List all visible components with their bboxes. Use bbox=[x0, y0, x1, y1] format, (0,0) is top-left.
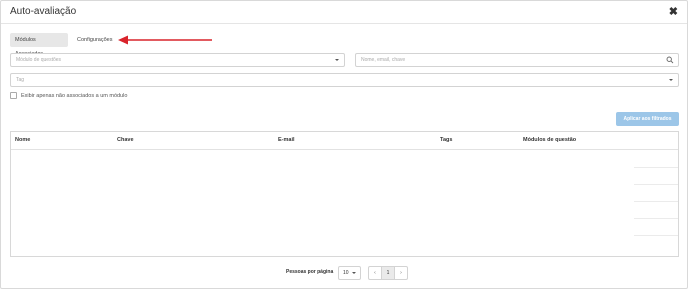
search-icon bbox=[666, 56, 674, 64]
unassociated-only-checkbox[interactable] bbox=[10, 92, 17, 99]
current-page-button[interactable]: 1 bbox=[381, 267, 395, 279]
search-placeholder: Nome, email, chave bbox=[361, 57, 406, 63]
auto-avaliacao-modal: Auto-avaliação ✖ Módulos Associados Conf… bbox=[0, 0, 688, 289]
modal-header: Auto-avaliação ✖ bbox=[1, 1, 687, 24]
row-divider bbox=[634, 235, 678, 236]
per-page-label: Pessoas por página bbox=[286, 269, 334, 275]
next-page-button[interactable]: › bbox=[395, 267, 407, 279]
column-header-email[interactable]: E-mail bbox=[278, 137, 295, 143]
chevron-down-icon bbox=[352, 272, 356, 274]
red-arrow-annotation bbox=[118, 35, 212, 45]
column-header-nome[interactable]: Nome bbox=[15, 137, 30, 143]
row-divider bbox=[634, 218, 678, 219]
chevron-down-icon bbox=[335, 59, 339, 61]
per-page-select[interactable]: 10 bbox=[338, 266, 361, 280]
search-input[interactable]: Nome, email, chave bbox=[355, 53, 679, 67]
column-header-tags[interactable]: Tags bbox=[440, 137, 452, 143]
table-column-strip bbox=[634, 150, 678, 256]
people-table: Nome Chave E-mail Tags Módulos de questã… bbox=[10, 131, 679, 257]
close-icon[interactable]: ✖ bbox=[669, 6, 678, 18]
unassociated-only-label: Exibir apenas não associados a um módulo bbox=[21, 93, 128, 99]
column-header-modulos[interactable]: Módulos de questão bbox=[523, 137, 576, 143]
column-header-chave[interactable]: Chave bbox=[117, 137, 134, 143]
pagination: ‹ 1 › bbox=[368, 266, 408, 280]
prev-page-button[interactable]: ‹ bbox=[369, 267, 381, 279]
row-divider bbox=[634, 201, 678, 202]
modulo-select-placeholder: Módulo de questões bbox=[16, 57, 62, 63]
modal-title: Auto-avaliação bbox=[10, 6, 77, 17]
row-divider bbox=[634, 184, 678, 185]
modulo-de-questoes-select[interactable]: Módulo de questões bbox=[10, 53, 345, 67]
chevron-down-icon bbox=[669, 79, 673, 81]
per-page-value: 10 bbox=[343, 270, 349, 276]
row-divider bbox=[634, 167, 678, 168]
tab-modulos-associados[interactable]: Módulos Associados bbox=[10, 33, 68, 57]
tag-select-placeholder: Tag bbox=[16, 77, 25, 83]
tab-configuracoes[interactable]: Configurações bbox=[72, 33, 116, 47]
table-header: Nome Chave E-mail Tags Módulos de questã… bbox=[11, 132, 678, 150]
apply-to-filtered-button[interactable]: Aplicar aos filtrados bbox=[616, 112, 679, 126]
tag-select[interactable]: Tag bbox=[10, 73, 679, 87]
